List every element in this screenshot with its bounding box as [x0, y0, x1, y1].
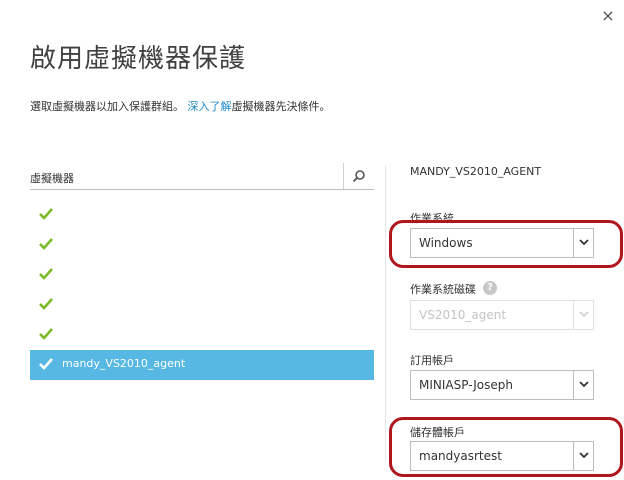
vm-list-item[interactable] [30, 200, 374, 230]
selected-vm-name: MANDY_VS2010_AGENT [410, 165, 542, 178]
chevron-down-icon [579, 381, 589, 388]
storage-account-select[interactable]: mandyasrtest [410, 441, 594, 471]
search-button[interactable] [343, 163, 374, 189]
close-button[interactable]: × [598, 6, 618, 26]
os-select-arrow [573, 229, 593, 257]
vm-label: mandy_VS2010_agent [62, 357, 186, 370]
os-disk-select: VS2010_agent [410, 300, 594, 330]
panel-divider [385, 165, 386, 460]
description-text-after: 虛擬機器先決條件。 [231, 100, 331, 113]
check-icon [39, 298, 53, 310]
check-icon [39, 358, 53, 370]
help-icon[interactable]: ? [483, 281, 497, 295]
check-icon [39, 208, 53, 220]
os-select-value: Windows [419, 236, 473, 250]
os-disk-label: 作業系統磁碟 [410, 283, 476, 296]
check-icon [39, 328, 53, 340]
storage-account-select-arrow [573, 442, 593, 470]
chevron-down-icon [579, 452, 589, 459]
vm-list-item-selected[interactable]: mandy_VS2010_agent [30, 350, 374, 380]
vm-list-header-label: 虛擬機器 [30, 172, 74, 185]
description-text: 選取虛擬機器以加入保護群組。 [30, 100, 184, 113]
subscription-label: 訂用帳戶 [410, 354, 454, 367]
vm-list-item[interactable] [30, 230, 374, 260]
learn-more-link[interactable]: 深入了解 [188, 100, 232, 113]
vm-list: mandy_VS2010_agent [30, 200, 374, 380]
storage-account-select-value: mandyasrtest [419, 449, 502, 463]
os-disk-select-value: VS2010_agent [419, 308, 507, 322]
os-disk-select-arrow [573, 301, 593, 329]
chevron-down-icon [579, 311, 589, 318]
dialog-description: 選取虛擬機器以加入保護群組。 深入了解虛擬機器先決條件。 [30, 98, 331, 114]
check-icon [39, 268, 53, 280]
subscription-select-value: MINIASP-Joseph [419, 378, 513, 392]
subscription-select[interactable]: MINIASP-Joseph [410, 370, 594, 400]
search-icon [352, 170, 365, 183]
vm-list-item[interactable] [30, 320, 374, 350]
dialog-title: 啟用虛擬機器保護 [30, 44, 247, 74]
subscription-select-arrow [573, 371, 593, 399]
vm-list-item[interactable] [30, 290, 374, 320]
close-icon: × [601, 6, 615, 25]
os-label: 作業系統 [410, 212, 454, 225]
vm-list-item[interactable] [30, 260, 374, 290]
os-select[interactable]: Windows [410, 228, 594, 258]
storage-account-label: 儲存體帳戶 [410, 426, 465, 439]
vm-list-header: 虛擬機器 [30, 163, 374, 190]
check-icon [39, 238, 53, 250]
chevron-down-icon [579, 239, 589, 246]
